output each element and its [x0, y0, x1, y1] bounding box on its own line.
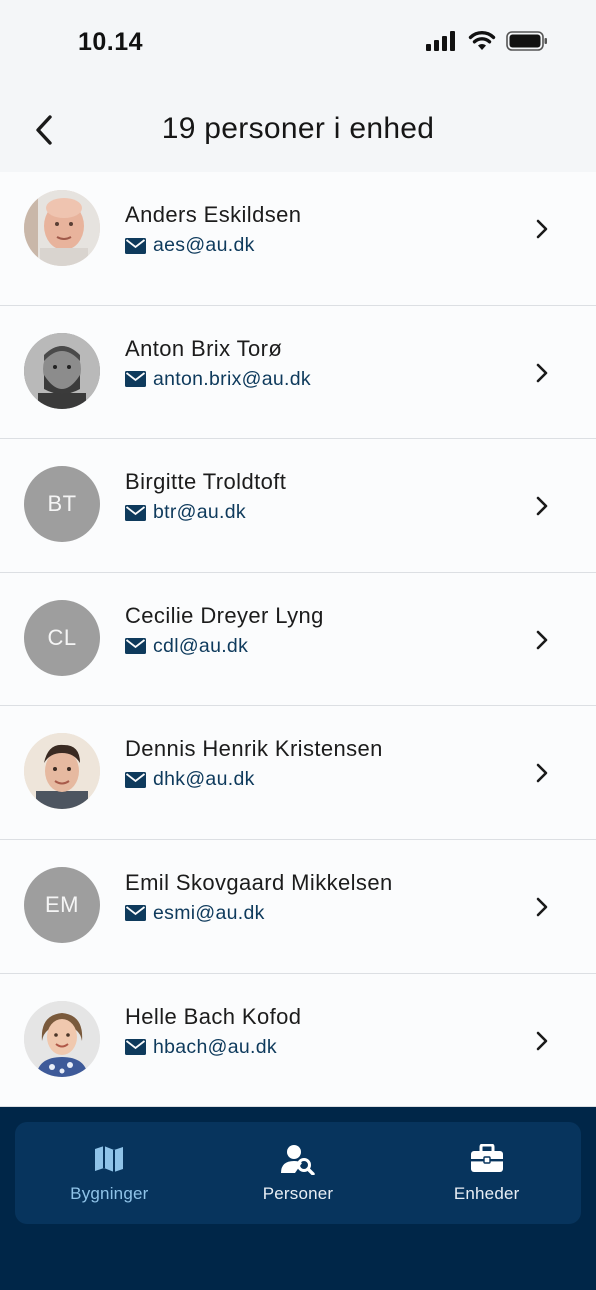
status-time: 10.14 — [78, 28, 144, 56]
mail-icon — [125, 504, 146, 521]
avatar-photo — [24, 733, 100, 810]
avatar-photo — [24, 190, 100, 266]
person-name: Birgitte Troldtoft — [125, 469, 287, 495]
avatar: CL — [24, 599, 100, 676]
email-text: esmi@au.dk — [153, 901, 265, 924]
tab-label: Personer — [262, 1184, 334, 1203]
signal-icon — [426, 30, 455, 51]
person-name: Anders Eskildsen — [125, 202, 302, 227]
person-name: Helle Bach Kofod — [125, 1003, 302, 1029]
app-screen: 10.14 19 personer i enhed Anders Eskilds… — [0, 0, 596, 1290]
email-link[interactable]: dhk@au.dk — [125, 768, 255, 791]
email-link[interactable]: anton.brix@au.dk — [125, 368, 311, 391]
email-link[interactable]: esmi@au.dk — [125, 902, 265, 925]
person-list: Anders Eskildsen aes@au.dk Anton Brix To… — [0, 172, 596, 1107]
person-row[interactable]: Anton Brix Torø anton.brix@au.dk — [0, 305, 596, 440]
person-row[interactable]: Anders Eskildsen aes@au.dk — [0, 172, 596, 306]
email-link[interactable]: aes@au.dk — [125, 234, 255, 257]
person-row[interactable]: EM Emil Skovgaard Mikkelsen esmi@au.dk — [0, 839, 596, 974]
email-text: hbach@au.dk — [153, 1035, 277, 1058]
bottom-navigation: Bygninger Personer Enheder — [0, 1107, 596, 1290]
chevron-right-icon — [536, 764, 548, 783]
battery-icon — [506, 30, 547, 51]
person-row[interactable]: Helle Bach Kofod hbach@au.dk — [0, 973, 596, 1107]
chevron-right-icon — [536, 1031, 548, 1050]
navigation-header: 19 personer i enhed — [0, 88, 596, 172]
avatar-initials: CL — [47, 624, 77, 650]
person-row[interactable]: BT Birgitte Troldtoft btr@au.dk — [0, 439, 596, 573]
chevron-right-icon — [536, 897, 548, 917]
avatar — [24, 332, 100, 409]
wifi-icon — [468, 31, 496, 50]
email-link[interactable]: cdl@au.dk — [125, 635, 248, 658]
tab-label: Bygninger — [70, 1184, 149, 1203]
chevron-right-icon — [536, 496, 548, 516]
chevron-right-icon — [536, 363, 548, 382]
avatar — [24, 733, 100, 810]
person-name: Dennis Henrik Kristensen — [125, 736, 383, 762]
email-link[interactable]: hbach@au.dk — [125, 1036, 277, 1059]
page-title: 19 personer i enhed — [161, 112, 435, 145]
person-name: Cecilie Dreyer Lyng — [125, 602, 324, 628]
person-row[interactable]: CL Cecilie Dreyer Lyng cdl@au.dk — [0, 572, 596, 707]
tab-label: Enheder — [453, 1184, 520, 1203]
email-text: anton.brix@au.dk — [153, 367, 311, 390]
avatar-photo — [24, 332, 100, 409]
chevron-right-icon — [536, 219, 548, 239]
email-text: cdl@au.dk — [153, 634, 249, 657]
tab-bygninger[interactable]: Bygninger — [15, 1122, 204, 1224]
person-search-icon — [281, 1142, 315, 1176]
email-text: aes@au.dk — [153, 234, 255, 256]
email-text: dhk@au.dk — [153, 768, 255, 791]
tab-personer[interactable]: Personer — [204, 1122, 393, 1224]
avatar — [24, 1000, 100, 1077]
avatar: EM — [24, 866, 100, 943]
mail-icon — [125, 771, 146, 788]
avatar-initials: EM — [45, 891, 79, 917]
avatar-photo — [24, 1000, 100, 1077]
mail-icon — [125, 1039, 146, 1056]
chevron-right-icon — [536, 630, 548, 650]
tab-bar: Bygninger Personer Enheder — [15, 1122, 581, 1224]
person-row[interactable]: Dennis Henrik Kristensen dhk@au.dk — [0, 706, 596, 840]
avatar — [24, 190, 100, 266]
status-icons — [426, 30, 548, 51]
mail-icon — [125, 905, 146, 922]
status-bar: 10.14 — [0, 0, 596, 88]
person-name: Anton Brix Torø — [125, 335, 283, 361]
email-text: btr@au.dk — [153, 501, 246, 524]
mail-icon — [125, 638, 146, 655]
mail-icon — [125, 371, 146, 388]
map-icon — [92, 1142, 126, 1176]
avatar: BT — [24, 466, 100, 543]
person-name: Emil Skovgaard Mikkelsen — [125, 869, 393, 895]
tab-enheder[interactable]: Enheder — [392, 1122, 581, 1224]
avatar-initials: BT — [47, 491, 77, 517]
briefcase-icon — [470, 1142, 504, 1176]
email-link[interactable]: btr@au.dk — [125, 501, 246, 524]
mail-icon — [125, 237, 146, 254]
